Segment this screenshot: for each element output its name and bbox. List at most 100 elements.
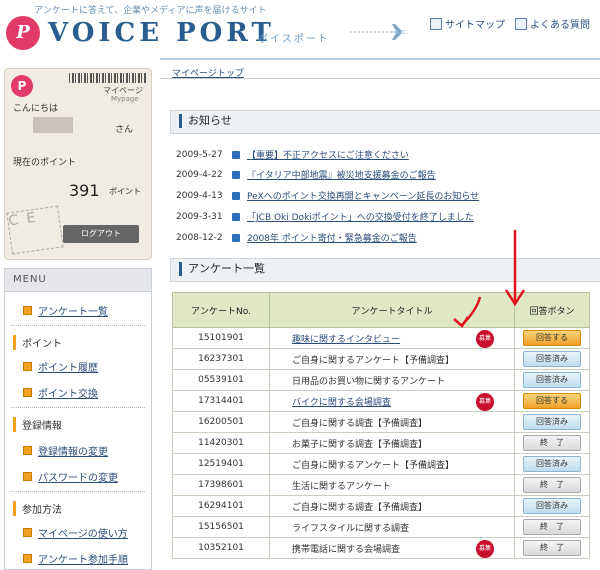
survey-button-cell: 終 了 xyxy=(514,432,590,454)
bullet-icon xyxy=(23,446,32,455)
survey-title: 生活に関するアンケート xyxy=(292,481,392,492)
table-row: 11420301 お菓子に関する調査【予備調査】 終 了 xyxy=(172,432,590,454)
survey-no: 16237301 xyxy=(172,348,270,370)
survey-action-button[interactable]: 回答済み xyxy=(523,414,581,430)
mypage-label-en: Mypage xyxy=(111,95,139,103)
arrow-right-icon xyxy=(232,233,240,242)
survey-title: ご自身に関するアンケート【予備調査】 xyxy=(292,460,455,471)
survey-title-cell: 日用品のお買い物に関するアンケート xyxy=(269,369,515,391)
survey-action-button[interactable]: 回答する xyxy=(523,330,581,346)
survey-title: ライフスタイルに関する調査 xyxy=(292,523,410,534)
site-logo[interactable]: VOICE PORT xyxy=(48,18,275,48)
survey-title-cell: ご自身に関する調査【予備調査】 xyxy=(269,495,515,517)
table-row: 17398601 生活に関するアンケート 終 了 xyxy=(172,474,590,496)
airplane-icon xyxy=(350,24,408,40)
survey-title-cell: ご自身に関するアンケート【予備調査】 xyxy=(269,453,515,475)
survey-no: 16294101 xyxy=(172,495,270,517)
sidebar-item-label: ポイント交換 xyxy=(38,389,98,400)
survey-action-button[interactable]: 回答する xyxy=(523,393,581,409)
sidebar-item-label: 登録情報の変更 xyxy=(38,447,108,458)
survey-title: ご自身に関する調査【予備調査】 xyxy=(292,502,428,513)
news-link[interactable]: 2008年 ポイント寄付・緊急募金のご報告 xyxy=(247,231,417,244)
faq-icon xyxy=(515,17,527,30)
faq-link[interactable]: よくある質問 xyxy=(515,16,590,31)
survey-no: 05539101 xyxy=(172,369,270,391)
survey-action-button[interactable]: 回答済み xyxy=(523,498,581,514)
news-item: 2008-12-2 2008年 ポイント寄付・緊急募金のご報告 xyxy=(176,231,417,245)
survey-no: 17314401 xyxy=(172,390,270,412)
news-link[interactable]: 「JCB Oki Dokiポイント」への交換受付を終了しました xyxy=(247,210,474,223)
news-date: 2009-4-22 xyxy=(176,169,223,180)
survey-title: 携帯電話に関する会場調査 xyxy=(292,544,401,555)
survey-button-cell: 終 了 xyxy=(514,474,590,496)
survey-no: 17398601 xyxy=(172,474,270,496)
table-row: 10352101 携帯電話に関する会場調査 募集 終 了 xyxy=(172,537,590,559)
survey-title: ご自身に関する調査【予備調査】 xyxy=(292,418,428,429)
col-header-button: 回答ボタン xyxy=(514,292,590,328)
survey-action-button: 終 了 xyxy=(523,477,581,493)
news-link[interactable]: 『イタリア中部地震』被災地支援募金のご報告 xyxy=(247,168,436,181)
survey-button-cell: 回答する xyxy=(514,390,590,412)
sidebar-item-change-password[interactable]: パスワードの変更 xyxy=(23,469,118,484)
table-row: 16237301 ご自身に関するアンケート【予備調査】 回答済み xyxy=(172,348,590,370)
survey-no: 12519401 xyxy=(172,453,270,475)
user-name-redacted xyxy=(33,117,73,133)
news-item: 2009-4-22 『イタリア中部地震』被災地支援募金のご報告 xyxy=(176,168,436,182)
table-row: 15101901 趣味に関するインタビュー 募集 回答する xyxy=(172,327,590,349)
survey-action-button: 終 了 xyxy=(523,435,581,451)
table-row: 16294101 ご自身に関する調査【予備調査】 回答済み xyxy=(172,495,590,517)
news-link[interactable]: PeXへのポイント交換再開とキャンペーン延長のお知らせ xyxy=(247,189,479,202)
news-date: 2009-4-13 xyxy=(176,190,223,201)
site-tagline: アンケートに答えて、企業やメディアに声を届けるサイト xyxy=(34,6,267,16)
menu-section-how-to: 参加方法 xyxy=(13,501,62,516)
sidebar-item-survey-list[interactable]: アンケート一覧 xyxy=(23,303,108,318)
bullet-icon xyxy=(23,362,32,371)
survey-no: 15156501 xyxy=(172,516,270,538)
survey-title-cell: ご自身に関するアンケート【予備調査】 xyxy=(269,348,515,370)
survey-title: お菓子に関する調査【予備調査】 xyxy=(292,439,428,450)
survey-button-cell: 回答済み xyxy=(514,369,590,391)
points-unit: ポイント xyxy=(109,187,141,196)
sidebar-item-label: ポイント履歴 xyxy=(38,363,98,374)
news-section-header: お知らせ xyxy=(170,110,600,134)
survey-action-button: 終 了 xyxy=(523,540,581,556)
sidebar-item-point-exchange[interactable]: ポイント交換 xyxy=(23,385,98,400)
sidebar-item-how-to-mypage[interactable]: マイページの使い方 xyxy=(23,525,128,540)
sidebar-item-how-to-survey[interactable]: アンケート参加手順 xyxy=(23,551,128,566)
site-header: アンケートに答えて、企業やメディアに声を届けるサイト P VOICE PORT … xyxy=(0,0,600,58)
table-row: 16200501 ご自身に関する調査【予備調査】 回答済み xyxy=(172,411,590,433)
survey-title-cell: お菓子に関する調査【予備調査】 xyxy=(269,432,515,454)
sitemap-icon xyxy=(430,17,442,30)
news-date: 2009-5-27 xyxy=(176,149,223,160)
news-link[interactable]: 【重要】不正アクセスにご注意ください xyxy=(247,148,409,161)
survey-action-button[interactable]: 回答済み xyxy=(523,372,581,388)
table-row: 12519401 ご自身に関するアンケート【予備調査】 回答済み xyxy=(172,453,590,475)
news-item: 2009-5-27 【重要】不正アクセスにご注意ください xyxy=(176,148,409,162)
col-header-no: アンケートNo. xyxy=(172,292,270,328)
greeting-text: こんにちは xyxy=(13,104,59,114)
arrow-right-icon xyxy=(232,212,240,221)
survey-title-cell: ご自身に関する調査【予備調査】 xyxy=(269,411,515,433)
barcode-icon xyxy=(69,73,147,83)
logo-icon[interactable]: P xyxy=(6,16,40,50)
survey-title[interactable]: バイクに関する会場調査 xyxy=(292,398,391,408)
menu-section-points: ポイント xyxy=(13,335,62,350)
sidebar-item-change-info[interactable]: 登録情報の変更 xyxy=(23,443,108,458)
survey-action-button[interactable]: 回答済み xyxy=(523,456,581,472)
survey-button-cell: 終 了 xyxy=(514,516,590,538)
survey-button-cell: 回答済み xyxy=(514,411,590,433)
survey-title[interactable]: 趣味に関するインタビュー xyxy=(292,335,400,345)
sidebar-item-point-history[interactable]: ポイント履歴 xyxy=(23,359,98,374)
survey-action-button[interactable]: 回答済み xyxy=(523,351,581,367)
sitemap-link[interactable]: サイトマップ xyxy=(430,16,505,31)
menu-title: MENU xyxy=(5,269,151,292)
table-row: 15156501 ライフスタイルに関する調査 終 了 xyxy=(172,516,590,538)
news-item: 2009-4-13 PeXへのポイント交換再開とキャンペーン延長のお知らせ xyxy=(176,189,479,203)
survey-no: 15101901 xyxy=(172,327,270,349)
menu-divider xyxy=(11,407,145,408)
survey-table: アンケートNo. アンケートタイトル 回答ボタン 15101901 趣味に関するイ… xyxy=(172,292,590,559)
arrow-right-icon xyxy=(232,191,240,200)
logout-button[interactable]: ログアウト xyxy=(63,225,139,243)
arrow-right-icon xyxy=(232,170,240,179)
survey-title-cell: 生活に関するアンケート xyxy=(269,474,515,496)
